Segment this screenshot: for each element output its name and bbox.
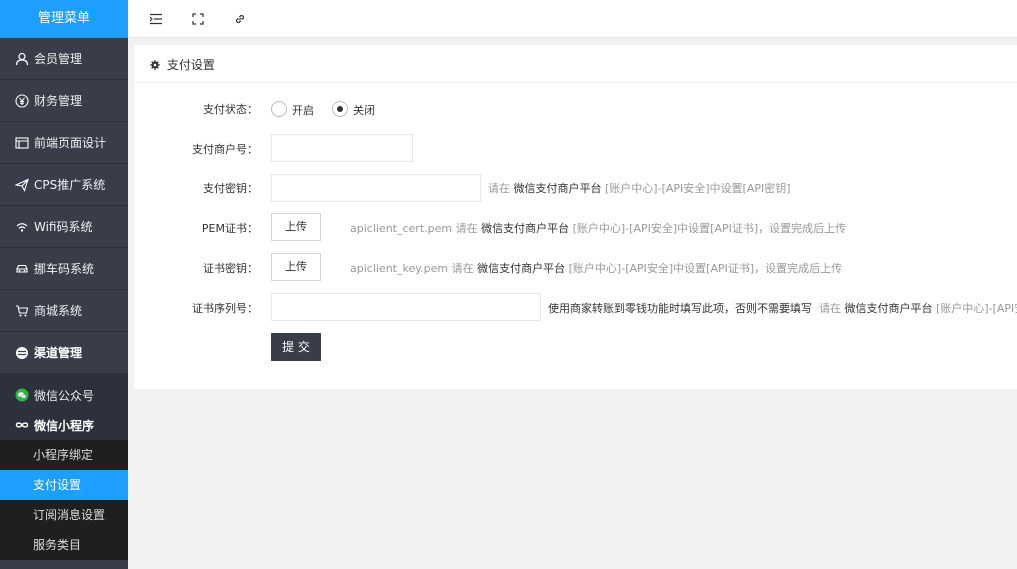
sidebar-item-frontend-design[interactable]: 前端页面设计 xyxy=(0,122,128,164)
layout-icon xyxy=(15,136,29,150)
submenu-item-subscription[interactable]: 订阅消息设置 xyxy=(0,500,128,530)
panel-title: 支付设置 xyxy=(166,58,215,72)
sidebar-item-label: 财务管理 xyxy=(34,94,83,108)
sidebar-item-label: 前端页面设计 xyxy=(34,136,107,150)
sidebar-item-mall[interactable]: 商城系统 xyxy=(0,290,128,332)
panel-header: 支付设置 xyxy=(134,45,1017,83)
miniprogram-icon xyxy=(15,418,29,432)
pay-key-input[interactable] xyxy=(271,174,481,202)
wechat-icon xyxy=(15,388,29,402)
user-icon xyxy=(15,52,29,66)
submenu-item-binding[interactable]: 小程序绑定 xyxy=(0,440,128,470)
cart-icon xyxy=(15,304,29,318)
pay-key-label: 支付密钥： xyxy=(203,182,258,195)
pay-key-hint: 请在 微信支付商户平台 [账户中心]-[API安全]中设置[API密钥] xyxy=(488,182,791,195)
sidebar-item-cps[interactable]: CPS推广系统 xyxy=(0,164,128,206)
wifi-icon xyxy=(15,220,29,234)
sidebar-item-label: CPS推广系统 xyxy=(34,178,106,192)
sidebar-item-label: 会员管理 xyxy=(34,52,83,66)
sidebar-group-wechat: 微信公众号 微信小程序 小程序绑定 支付设置 订阅消息设置 服务类目 xyxy=(0,374,128,560)
submenu-item-payment-settings[interactable]: 支付设置 xyxy=(0,470,128,500)
sidebar-header: 管理菜单 xyxy=(0,0,128,38)
sidebar-item-label: 挪车码系统 xyxy=(34,262,95,276)
sidebar-item-parking[interactable]: 挪车码系统 xyxy=(0,248,128,290)
status-radio-on-label[interactable]: 开启 xyxy=(292,102,314,118)
submit-button[interactable]: 提 交 xyxy=(271,333,321,361)
gear-icon xyxy=(150,46,160,70)
channel-icon xyxy=(15,346,29,360)
payment-settings-panel: 支付设置 支付状态： 开启 关闭 支付商户号： 支付密钥： 请在 微信支付商户平… xyxy=(134,45,1017,389)
pem-upload-button[interactable]: 上传 xyxy=(271,213,321,241)
cert-key-upload-button[interactable]: 上传 xyxy=(271,253,321,281)
sidebar-item-wechat-miniprogram[interactable]: 微信小程序 xyxy=(0,410,128,440)
top-toolbar xyxy=(128,0,1017,38)
pem-label: PEM证书： xyxy=(201,222,258,235)
merchant-id-input[interactable] xyxy=(271,134,413,162)
sidebar-item-wechat-official[interactable]: 微信公众号 xyxy=(0,380,128,410)
menu-toggle-icon[interactable] xyxy=(148,11,164,27)
cert-key-hint: apiclient_key.pem 请在 微信支付商户平台 [账户中心]-[AP… xyxy=(350,262,843,275)
sidebar-item-label: 微信小程序 xyxy=(34,418,95,433)
yen-icon xyxy=(15,93,29,108)
cert-serial-label: 证书序列号： xyxy=(192,302,258,315)
cert-key-label: 证书密钥： xyxy=(203,262,258,275)
status-radio-off-label[interactable]: 关闭 xyxy=(353,102,375,118)
sidebar: 管理菜单 会员管理 财务管理 前端页面设计 CPS推广系统 Wifi码系统 挪车 xyxy=(0,0,128,569)
merchant-label: 支付商户号： xyxy=(192,143,258,156)
sidebar-item-label: 渠道管理 xyxy=(34,346,83,360)
send-icon xyxy=(15,177,29,192)
cert-serial-input[interactable] xyxy=(271,293,541,321)
sidebar-item-label: Wifi码系统 xyxy=(34,220,93,234)
sidebar-item-label: 微信公众号 xyxy=(34,388,95,403)
sidebar-item-label: 商城系统 xyxy=(34,304,83,318)
sidebar-item-finance[interactable]: 财务管理 xyxy=(0,80,128,122)
status-radio-off[interactable] xyxy=(332,101,348,117)
link-icon[interactable] xyxy=(232,11,248,27)
sidebar-item-member[interactable]: 会员管理 xyxy=(0,38,128,80)
fullscreen-icon[interactable] xyxy=(190,11,206,27)
submenu-item-service-category[interactable]: 服务类目 xyxy=(0,530,128,560)
miniprogram-submenu: 小程序绑定 支付设置 订阅消息设置 服务类目 xyxy=(0,440,128,560)
status-label: 支付状态： xyxy=(203,103,258,116)
pem-hint: apiclient_cert.pem 请在 微信支付商户平台 [账户中心]-[A… xyxy=(350,222,847,235)
sidebar-item-wifi[interactable]: Wifi码系统 xyxy=(0,206,128,248)
cert-serial-hint: 使用商家转账到零钱功能时填写此项，否则不需要填写 请在 微信支付商户平台 [账户… xyxy=(548,302,1017,315)
car-icon xyxy=(15,262,29,276)
status-radio-on[interactable] xyxy=(271,101,287,117)
sidebar-item-channel[interactable]: 渠道管理 xyxy=(0,332,128,374)
